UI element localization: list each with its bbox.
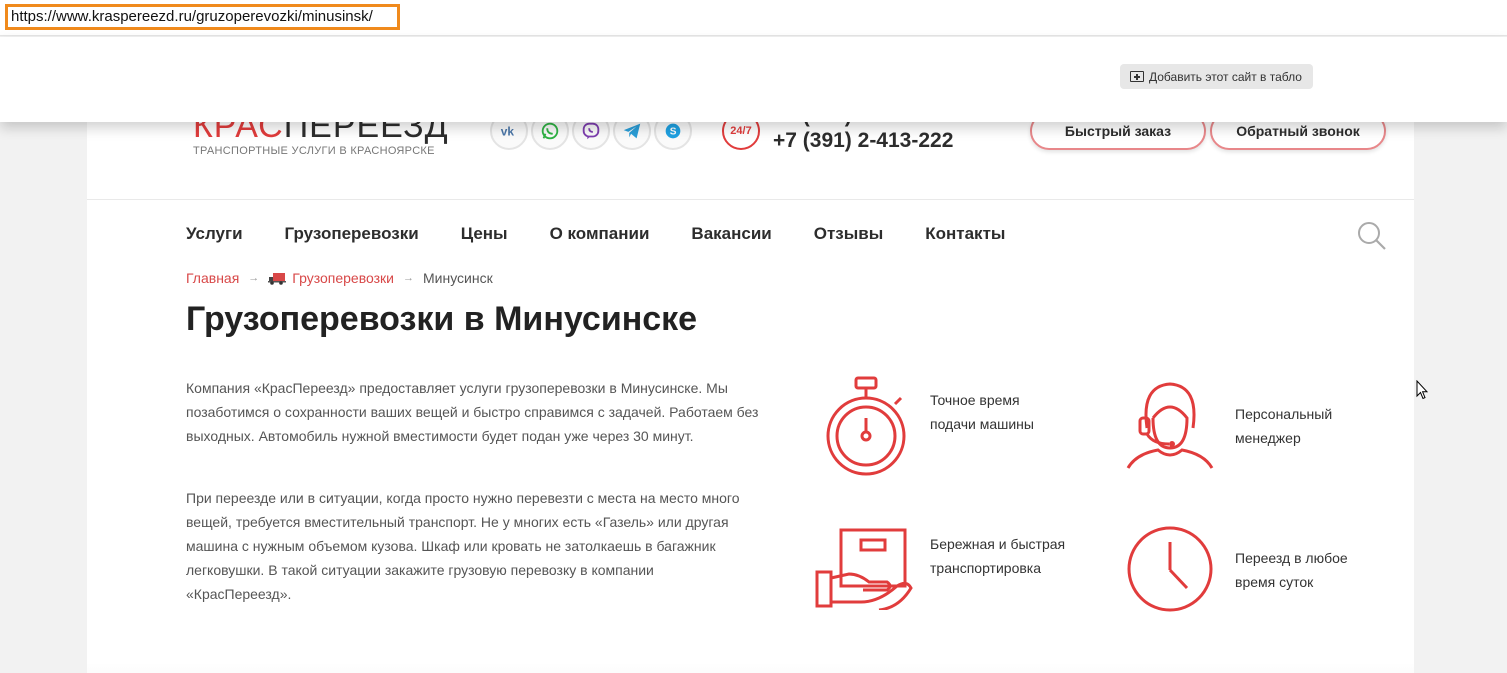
breadcrumb-current: Минусинск — [422, 270, 493, 286]
section-divider — [87, 663, 1414, 673]
clock-icon — [1127, 526, 1213, 612]
nav-item-about[interactable]: О компании — [550, 224, 650, 244]
svg-text:vk: vk — [501, 125, 515, 139]
site-container: КРАСПЕРЕЕЗД ТРАНСПОРТНЫЕ УСЛУГИ В КРАСНО… — [87, 90, 1414, 673]
nav-item-reviews[interactable]: Отзывы — [814, 224, 884, 244]
feature-item: Точное время подачи машины — [823, 376, 1083, 481]
plus-box-icon — [1130, 71, 1144, 82]
nav-item-cargo[interactable]: Грузоперевозки — [285, 224, 419, 244]
feature-text: Персональный менеджер — [1235, 406, 1333, 446]
search-icon[interactable] — [1357, 221, 1387, 251]
phone-number-2[interactable]: +7 (391) 2-413-222 — [773, 129, 953, 153]
breadcrumb-section[interactable]: Грузоперевозки — [292, 270, 394, 286]
feature-text: Точное время подачи машины — [930, 392, 1034, 432]
details-paragraph: При переезде или в ситуации, когда прост… — [186, 490, 740, 602]
breadcrumb-separator: → — [402, 272, 414, 284]
nav-item-vacancies[interactable]: Вакансии — [691, 224, 771, 244]
intro-paragraph: Компания «КрасПереезд» предоставляет усл… — [186, 380, 759, 444]
url-field[interactable]: https://www.kraspereezd.ru/gruzoperevozk… — [5, 4, 400, 30]
page-title: Грузоперевозки в Минусинске — [186, 300, 698, 338]
address-bar: https://www.kraspereezd.ru/gruzoperevozk… — [0, 0, 1507, 36]
add-to-tabs-button[interactable]: Добавить этот сайт в табло — [1120, 64, 1313, 89]
feature-item: Бережная и быстрая транспортировка — [815, 528, 1095, 610]
nav-item-prices[interactable]: Цены — [461, 224, 508, 244]
nav-item-contacts[interactable]: Контакты — [925, 224, 1005, 244]
feature-item: Персональный менеджер — [1125, 380, 1385, 470]
svg-text:S: S — [670, 127, 677, 138]
breadcrumb: Главная → Грузоперевозки → Минусинск — [186, 270, 493, 286]
manager-icon — [1126, 382, 1214, 469]
main-nav: Услуги Грузоперевозки Цены О компании Ва… — [186, 224, 1047, 244]
feature-text: Бережная и быстрая транспортировка — [930, 536, 1066, 576]
box-hand-icon — [815, 528, 913, 610]
mouse-cursor-icon — [1416, 380, 1428, 400]
feature-item: Переезд в любое время суток — [1127, 526, 1387, 612]
feature-text: Переезд в любое время суток — [1235, 550, 1348, 590]
truck-icon — [268, 272, 287, 285]
breadcrumb-home[interactable]: Главная — [186, 270, 239, 286]
add-to-tabs-label: Добавить этот сайт в табло — [1149, 69, 1302, 84]
logo-subtitle: ТРАНСПОРТНЫЕ УСЛУГИ В КРАСНОЯРСКЕ — [193, 145, 435, 157]
breadcrumb-separator: → — [248, 272, 260, 284]
tab-panel: Добавить этот сайт в табло — [0, 37, 1507, 122]
stopwatch-icon — [826, 376, 906, 476]
nav-item-services[interactable]: Услуги — [186, 224, 243, 244]
